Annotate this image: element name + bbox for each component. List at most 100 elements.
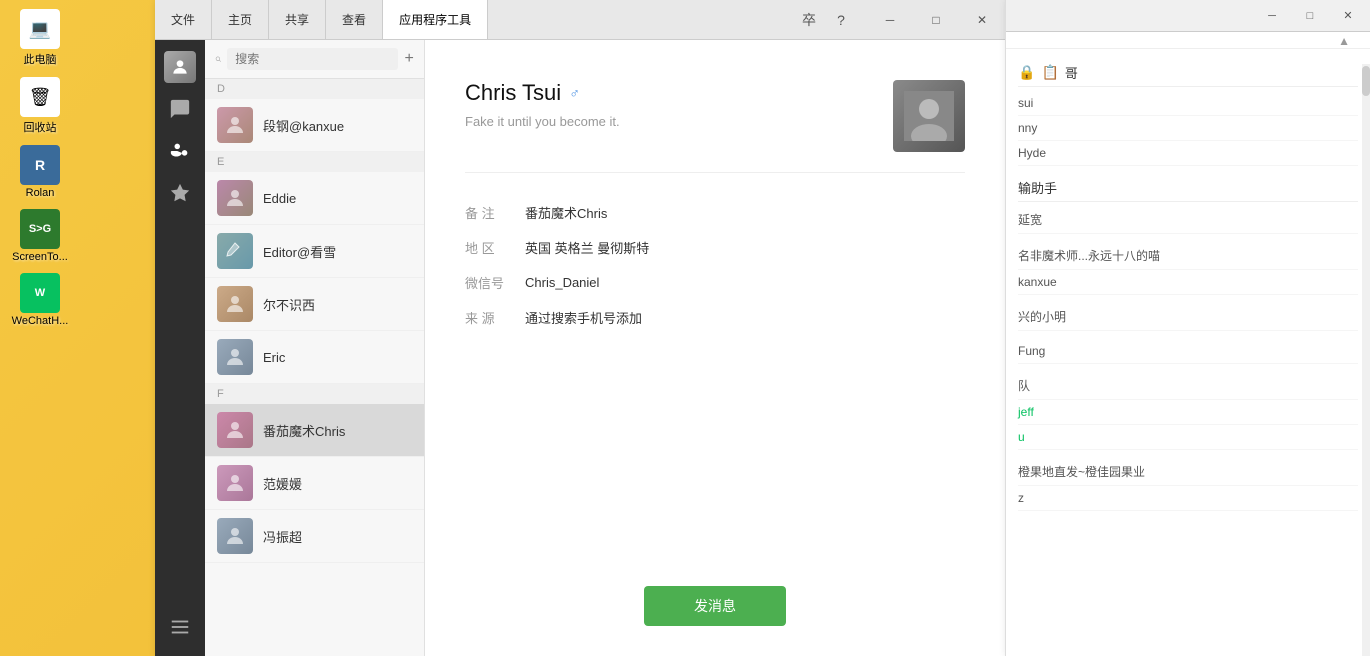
contact-item-chris[interactable]: 番茄魔术Chris — [205, 404, 424, 457]
contact-name-editor: Editor@看雪 — [263, 242, 336, 261]
sidebar-icons — [155, 40, 205, 656]
main-area: + D 段钢@kanxue E — [155, 40, 1005, 656]
sidebar-chat-button[interactable] — [161, 90, 199, 128]
rw-item-sui[interactable]: sui — [1018, 91, 1358, 116]
contact-name-duangang: 段钢@kanxue — [263, 116, 344, 135]
minimize-button[interactable]: ─ — [867, 0, 913, 39]
search-input[interactable] — [227, 48, 398, 70]
contact-name-fan: 范媛媛 — [263, 474, 302, 493]
scrollbar-thumb[interactable] — [1362, 66, 1370, 96]
right-window-titlebar: ─ □ ✕ — [1006, 0, 1370, 32]
rw-item-magic[interactable]: 名非魔术师...永远十八的喵 — [1018, 242, 1358, 270]
detail-label-source: 来 源 — [465, 308, 525, 327]
rw-minimize-button[interactable]: ─ — [1254, 4, 1290, 28]
contact-item-fan[interactable]: 范媛媛 — [205, 457, 424, 510]
close-button[interactable]: ✕ — [959, 0, 1005, 39]
section-header-d: D — [205, 79, 424, 99]
rw-item-u[interactable]: u — [1018, 425, 1358, 450]
search-icon — [215, 52, 221, 66]
profile-photo — [893, 80, 965, 152]
desktop-icon-recycle[interactable]: 🗑 回收站 — [5, 73, 75, 139]
profile-name: Chris Tsui — [465, 80, 561, 106]
sidebar-discover-button[interactable] — [161, 174, 199, 212]
rw-item-kanxue[interactable]: kanxue — [1018, 270, 1358, 295]
detail-value-region: 英国 英格兰 曼彻斯特 — [525, 238, 649, 257]
rw-item-orange[interactable]: 橙果地直发~橙佳园果业 — [1018, 458, 1358, 486]
rw-item-xingming[interactable]: 兴的小明 — [1018, 303, 1358, 331]
right-window-content: 🔒 📋 哥 sui nny Hyde 输助手 延宽 名非魔术师...永远十八的喵… — [1006, 49, 1370, 521]
contact-avatar-duangang — [217, 107, 253, 143]
tab-home[interactable]: 主页 — [212, 0, 269, 39]
add-contact-button[interactable]: + — [404, 48, 414, 70]
contact-name-er: 尔不识西 — [263, 295, 315, 314]
profile-actions: 发消息 — [465, 586, 965, 626]
contact-list-panel: + D 段钢@kanxue E — [205, 40, 425, 656]
send-message-button[interactable]: 发消息 — [644, 586, 786, 626]
desktop: 💻 此电脑 🗑 回收站 R Rolan S>G ScreenTo... W We… — [0, 0, 1370, 656]
right-panel-scrollbar[interactable] — [1362, 64, 1370, 656]
rw-item-yankuan[interactable]: 延宽 — [1018, 206, 1358, 234]
profile-detail-remark: 备 注 番茄魔术Chris — [465, 203, 965, 222]
rw-item-fung[interactable]: Fung — [1018, 339, 1358, 364]
profile-gender-icon: ♂ — [569, 85, 580, 101]
desktop-icon-rolan-label: Rolan — [26, 187, 55, 199]
detail-label-wechatid: 微信号 — [465, 273, 525, 292]
rw-item-team[interactable]: 队 — [1018, 372, 1358, 400]
right-panel-window: ─ □ ✕ ▲ 🔒 📋 哥 sui nny Hyde 输助手 延宽 — [1005, 0, 1370, 656]
desktop-icon-pc-label: 此电脑 — [24, 51, 57, 67]
profile-motto: Fake it until you become it. — [465, 114, 620, 129]
contact-avatar-eric — [217, 339, 253, 375]
tab-share[interactable]: 共享 — [269, 0, 326, 39]
contact-avatar-eddie — [217, 180, 253, 216]
desktop-icon-screento-label: ScreenTo... — [12, 251, 68, 263]
contact-item-duangang[interactable]: 段钢@kanxue — [205, 99, 424, 152]
profile-name-area: Chris Tsui ♂ Fake it until you become it… — [465, 80, 620, 129]
contact-item-feng[interactable]: 冯振超 — [205, 510, 424, 563]
sidebar-contacts-button[interactable] — [161, 132, 199, 170]
contact-list: D 段钢@kanxue E Eddie — [205, 79, 424, 656]
profile-name-row: Chris Tsui ♂ — [465, 80, 620, 106]
contact-item-eddie[interactable]: Eddie — [205, 172, 424, 225]
profile-panel: Chris Tsui ♂ Fake it until you become it… — [425, 40, 1005, 656]
tab-view[interactable]: 查看 — [326, 0, 383, 39]
sidebar-avatar[interactable] — [161, 48, 199, 86]
rw-section-header-1: 🔒 📋 哥 — [1018, 59, 1358, 87]
pin-icon[interactable]: 卒 — [795, 6, 823, 34]
profile-detail-source: 来 源 通过搜索手机号添加 — [465, 308, 965, 327]
tab-app-tools[interactable]: 应用程序工具 — [383, 0, 488, 39]
desktop-icon-screento[interactable]: S>G ScreenTo... — [5, 205, 75, 267]
profile-header: Chris Tsui ♂ Fake it until you become it… — [465, 80, 965, 173]
sidebar-menu-button[interactable] — [161, 608, 199, 646]
rw-item-hyde[interactable]: Hyde — [1018, 141, 1358, 166]
explorer-action-icons: 卒 ? — [795, 6, 855, 34]
desktop-icon-wechat[interactable]: W WeChatH... — [5, 269, 75, 331]
contact-avatar-editor — [217, 233, 253, 269]
profile-details: 备 注 番茄魔术Chris 地 区 英国 英格兰 曼彻斯特 微信号 Chris_… — [465, 193, 965, 337]
contact-item-eric[interactable]: Eric — [205, 331, 424, 384]
detail-value-wechatid: Chris_Daniel — [525, 275, 599, 290]
maximize-button[interactable]: □ — [913, 0, 959, 39]
tab-file[interactable]: 文件 — [155, 0, 212, 39]
rw-close-button[interactable]: ✕ — [1330, 4, 1366, 28]
desktop-icon-pc[interactable]: 💻 此电脑 — [5, 5, 75, 71]
section-header-f: F — [205, 384, 424, 404]
rw-section-header-icon1: 🔒 — [1018, 64, 1035, 81]
rw-item-jeff[interactable]: jeff — [1018, 400, 1358, 425]
rw-item-z[interactable]: z — [1018, 486, 1358, 511]
sidebar-bottom — [161, 608, 199, 646]
rw-item-nny[interactable]: nny — [1018, 116, 1358, 141]
contact-name-eric: Eric — [263, 350, 285, 365]
contact-item-er[interactable]: 尔不识西 — [205, 278, 424, 331]
desktop-icon-rolan[interactable]: R Rolan — [5, 141, 75, 203]
contact-item-editor[interactable]: Editor@看雪 — [205, 225, 424, 278]
contact-name-feng: 冯振超 — [263, 527, 302, 546]
rw-maximize-button[interactable]: □ — [1292, 4, 1328, 28]
detail-label-region: 地 区 — [465, 238, 525, 257]
wechat-window: 文件 主页 共享 查看 应用程序工具 卒 ? ─ — [155, 0, 1005, 656]
detail-label-remark: 备 注 — [465, 203, 525, 222]
help-icon[interactable]: ? — [827, 6, 855, 34]
contact-avatar-fan — [217, 465, 253, 501]
profile-detail-wechatid: 微信号 Chris_Daniel — [465, 273, 965, 292]
detail-value-remark: 番茄魔术Chris — [525, 203, 607, 222]
contact-avatar-feng — [217, 518, 253, 554]
